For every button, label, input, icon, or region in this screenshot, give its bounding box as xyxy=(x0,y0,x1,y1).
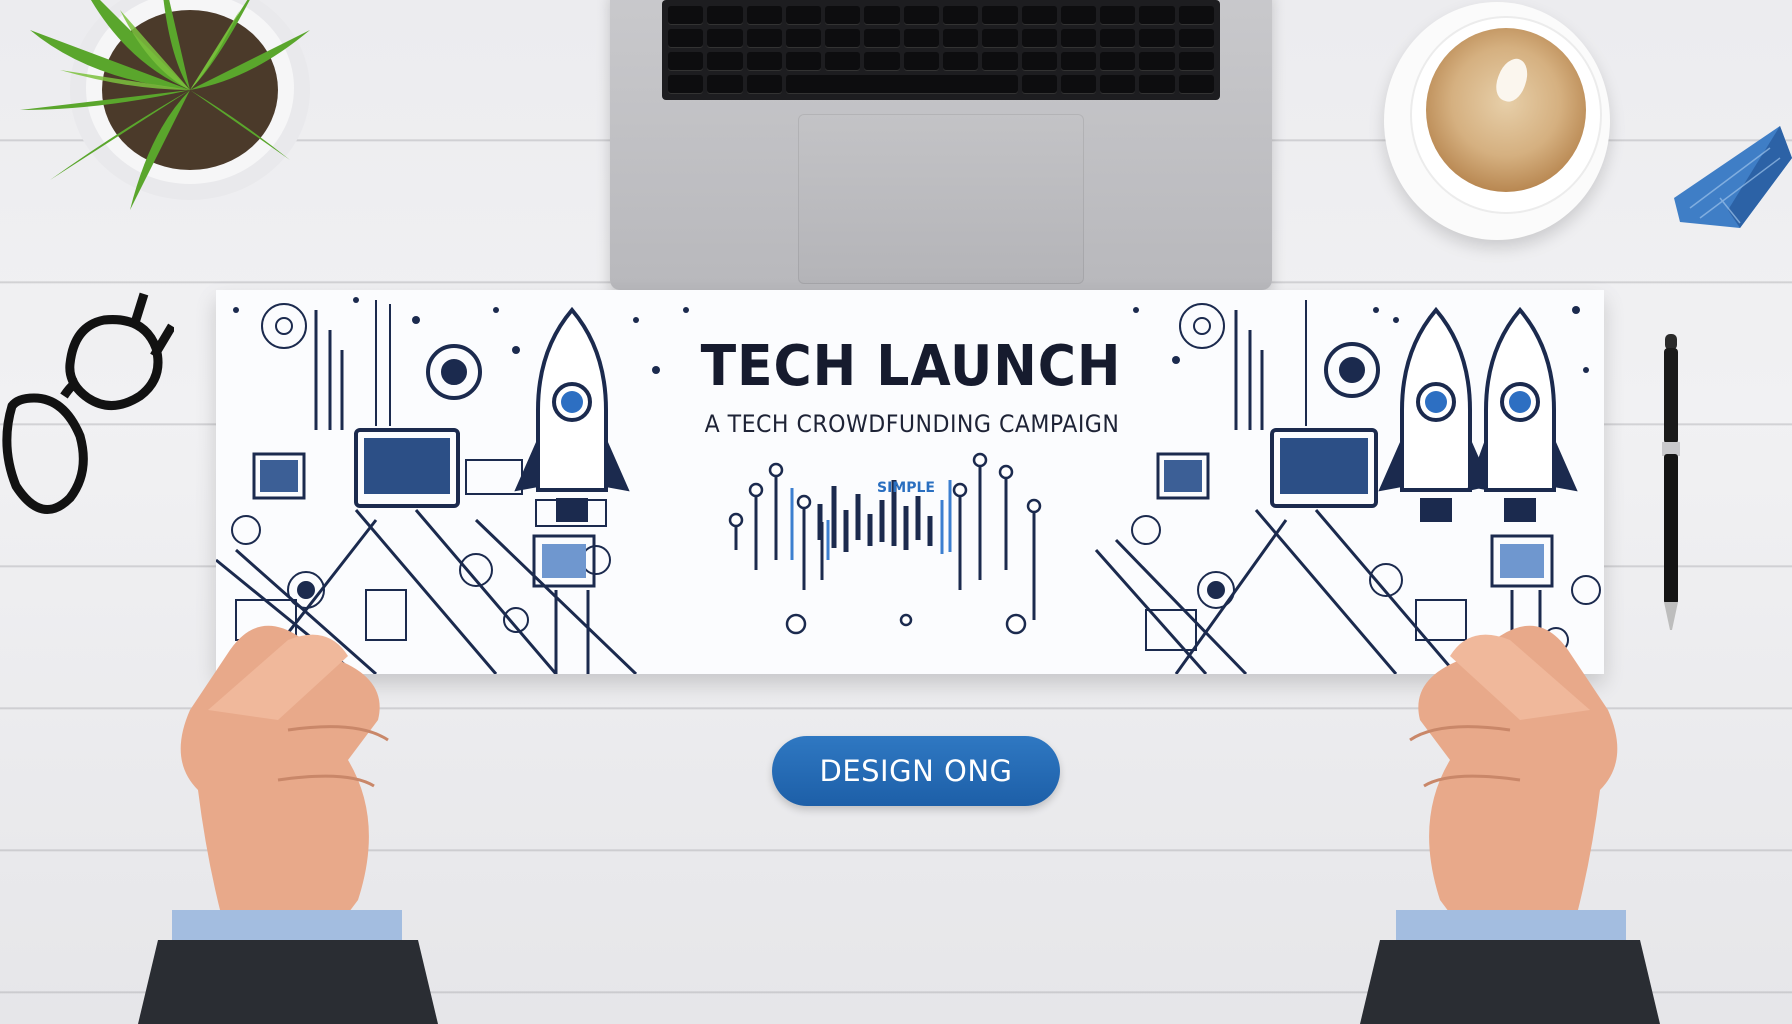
banner-title: TECH LAUNCH xyxy=(700,334,1122,399)
pen xyxy=(1662,334,1680,630)
eyeglasses xyxy=(2,292,174,514)
coffee xyxy=(1426,28,1586,192)
laptop-keyboard xyxy=(662,0,1220,100)
banner-small-label: SIMPLE xyxy=(877,480,935,496)
left-hand xyxy=(138,625,438,1024)
laptop xyxy=(610,0,1272,290)
design-button[interactable]: DESIGN ONG xyxy=(772,736,1060,806)
potted-plant xyxy=(20,0,310,210)
right-hand xyxy=(1360,625,1660,1024)
blue-object xyxy=(1674,126,1792,228)
desk-scene: TECH LAUNCH A TECH CROWDFUNDING CAMPAIGN… xyxy=(0,0,1792,1024)
laptop-trackpad xyxy=(798,114,1084,284)
banner-subtitle: A TECH CROWDFUNDING CAMPAIGN xyxy=(704,410,1120,438)
